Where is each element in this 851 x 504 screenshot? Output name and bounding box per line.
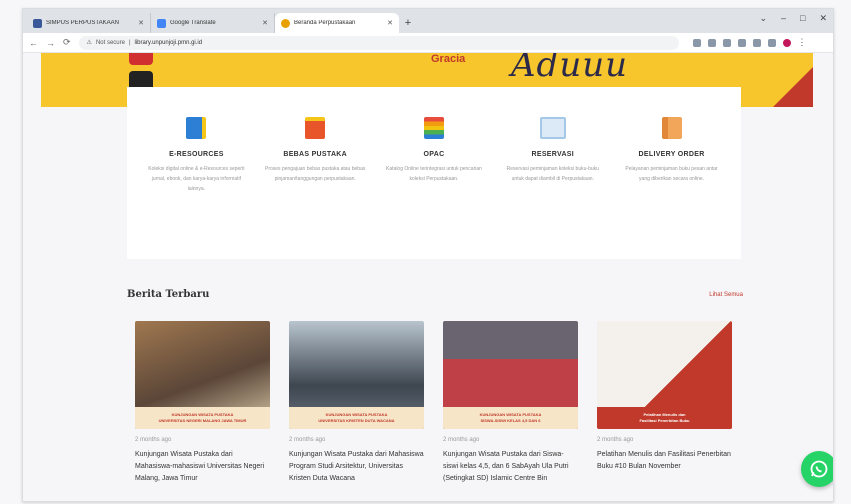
news-image[interactable]: KUNJUNGAN WISATA PUSTAKA UNIVERSITAS NEG… [135,321,270,429]
service-desc: Reservasi peminjaman koleksi buku-buku u… [506,166,599,182]
tab-simpus[interactable]: SIMPUS PERPUSTAKAAN ✕ [27,13,151,33]
news-cards: KUNJUNGAN WISATA PUSTAKA UNIVERSITAS NEG… [135,321,732,485]
hero-text: Aduuu [511,53,629,85]
news-date: 2 months ago [135,437,172,443]
url-field[interactable]: ⚠ Not secure | library.unpunjoji.pmn.gi.… [78,35,679,50]
browser-window: SIMPUS PERPUSTAKAAN ✕ Google Translate ✕… [22,8,834,502]
window-controls: ⌄ – □ ✕ [759,13,827,24]
news-date: 2 months ago [443,437,480,443]
tab-favicon-icon [281,18,290,28]
tab-title: Beranda Perpustakaan [294,20,356,26]
tab-bar: SIMPUS PERPUSTAKAAN ✕ Google Translate ✕… [23,9,833,33]
news-headline[interactable]: Kunjungan Wisata Pustaka dari Siswa-sisw… [443,449,578,485]
opac-icon [423,117,444,139]
hero-badge [129,53,153,65]
back-icon[interactable]: ← [29,38,38,48]
extension-toolbar: ⋮ [692,37,807,48]
service-desc: Pelayanan peminjaman buku pesan antar ya… [625,166,718,182]
service-desc: Proses pengajuan bebas pustaka atau beba… [265,166,366,182]
news-header: Berita Terbaru Lihat Semua [127,289,743,300]
tab-title: Google Translate [170,20,216,26]
news-image-caption: Pelatihan Menulis dan Fasilitasi Penerbi… [597,407,732,429]
news-image[interactable]: KUNJUNGAN WISATA PUSTAKA UNIVERSITAS KRI… [289,321,424,429]
tab-favicon-icon [33,18,42,28]
news-image-caption: KUNJUNGAN WISATA PUSTAKA UNIVERSITAS NEG… [135,407,270,429]
news-image-caption: KUNJUNGAN WISATA PUSTAKA UNIVERSITAS KRI… [289,407,424,429]
service-title: DELIVERY ORDER [638,151,705,158]
close-tab-icon[interactable]: ✕ [262,19,268,27]
service-delivery-order[interactable]: DELIVERY ORDER Pelayanan peminjaman buku… [620,117,724,259]
news-card[interactable]: KUNJUNGAN WISATA PUSTAKA UNIVERSITAS NEG… [135,321,270,485]
news-headline[interactable]: Kunjungan Wisata Pustaka dari Mahasiswa-… [135,449,270,485]
hero-logo: Gracia [431,53,466,65]
extension-icon[interactable] [737,38,746,47]
news-date: 2 months ago [289,437,326,443]
news-section-title: Berita Terbaru [127,289,210,300]
puzzle-icon[interactable] [752,38,761,47]
news-card[interactable]: Pelatihan Menulis dan Fasilitasi Penerbi… [597,321,732,485]
forward-icon[interactable]: → [46,38,55,48]
star-icon[interactable] [722,38,731,47]
new-tab-button[interactable]: + [399,13,417,33]
e-resources-icon [186,117,207,139]
service-title: BEBAS PUSTAKA [283,151,348,158]
bebas-pustaka-icon [305,117,326,139]
page-content: Gracia Aduuu E-RESOURCES Koleksi digital… [23,53,833,501]
tab-list-icon[interactable]: ⌄ [759,13,767,24]
service-bebas-pustaka[interactable]: BEBAS PUSTAKA Proses pengajuan bebas pus… [263,117,367,259]
maximize-icon[interactable]: □ [800,13,805,24]
service-title: RESERVASI [531,151,575,158]
news-card[interactable]: KUNJUNGAN WISATA PUSTAKA UNIVERSITAS KRI… [289,321,424,485]
reload-icon[interactable]: ⟳ [63,37,71,48]
news-image-caption: KUNJUNGAN WISATA PUSTAKA SISWA-SISWI KEL… [443,407,578,429]
sidebar-icon[interactable] [767,38,776,47]
url-text: library.unpunjoji.pmn.gi.id [134,39,203,46]
view-all-link[interactable]: Lihat Semua [709,292,743,298]
news-image[interactable]: Pelatihan Menulis dan Fasilitasi Penerbi… [597,321,732,429]
hero-triangle [773,67,813,107]
close-window-icon[interactable]: ✕ [819,13,827,24]
service-e-resources[interactable]: E-RESOURCES Koleksi digital online & e-R… [144,117,248,259]
service-title: OPAC [423,151,445,158]
security-label: Not secure [95,39,125,46]
news-headline[interactable]: Kunjungan Wisata Pustaka dari Mahasiswa … [289,449,424,485]
menu-icon[interactable]: ⋮ [798,37,807,48]
service-desc: Katalog Online terintegrasi untuk pencar… [386,166,482,182]
whatsapp-chat-button[interactable] [801,451,833,487]
minimize-icon[interactable]: – [781,13,786,24]
profile-avatar-icon[interactable] [782,38,791,47]
news-headline[interactable]: Pelatihan Menulis dan Fasilitasi Penerbi… [597,449,732,473]
service-opac[interactable]: OPAC Katalog Online terintegrasi untuk p… [382,117,486,259]
whatsapp-icon [810,460,828,478]
close-tab-icon[interactable]: ✕ [138,19,144,27]
reservasi-icon [539,117,566,139]
news-card[interactable]: KUNJUNGAN WISATA PUSTAKA SISWA-SISWI KEL… [443,321,578,485]
tab-google-translate[interactable]: Google Translate ✕ [151,13,275,33]
delivery-box-icon [661,117,682,139]
service-desc: Koleksi digital online & e-Resources sep… [148,166,245,192]
services-panel: E-RESOURCES Koleksi digital online & e-R… [127,87,741,259]
service-title: E-RESOURCES [169,151,224,158]
tab-library-home[interactable]: Beranda Perpustakaan ✕ [275,13,399,33]
tab-title: SIMPUS PERPUSTAKAAN [46,20,119,26]
zoom-icon[interactable] [707,38,716,47]
service-reservasi[interactable]: RESERVASI Reservasi peminjaman koleksi b… [501,117,605,259]
tab-favicon-icon [157,18,166,28]
news-image[interactable]: KUNJUNGAN WISATA PUSTAKA SISWA-SISWI KEL… [443,321,578,429]
news-date: 2 months ago [597,437,634,443]
warning-icon[interactable]: ⚠ [87,39,92,46]
close-tab-icon[interactable]: ✕ [387,19,393,27]
share-icon[interactable] [692,38,701,47]
address-bar: ← → ⟳ ⚠ Not secure | library.unpunjoji.p… [23,33,833,53]
